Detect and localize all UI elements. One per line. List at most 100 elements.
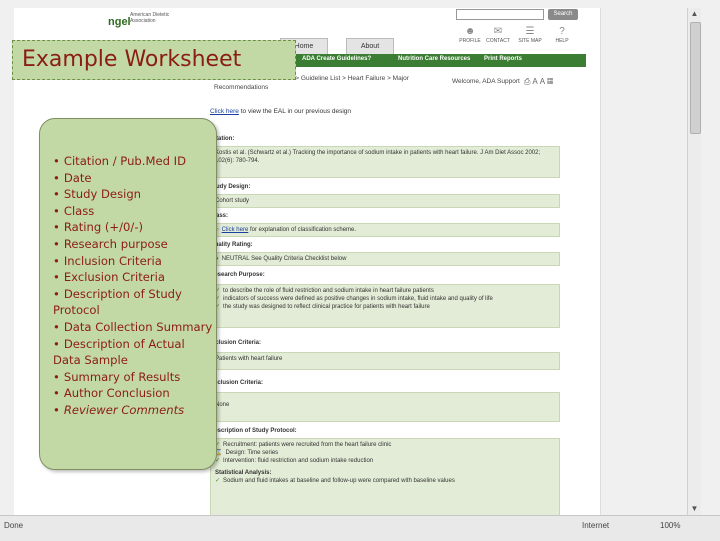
bullet: • <box>53 336 60 351</box>
protocol-item-text: Intervention: fluid restriction and sodi… <box>223 458 374 464</box>
study-design-value: Cohort study <box>215 198 250 204</box>
citation-text: Kostis et al. (Schwartz et al.) Tracking… <box>215 150 541 164</box>
previous-design-line: Click here to view the EAL in our previo… <box>210 108 351 115</box>
field-item-text: Reviewer Comments <box>63 402 185 417</box>
worksheet-title-box: Example Worksheet <box>12 40 296 80</box>
bullet: • <box>53 187 60 202</box>
field-item-text: Data Collection Summary <box>63 319 213 334</box>
scroll-thumb[interactable] <box>690 22 701 134</box>
field-item-text: Research purpose <box>63 236 168 251</box>
text-size-icon[interactable]: A <box>532 77 539 86</box>
protocol-item-text: Design: Time series <box>225 450 279 456</box>
field-item: • Author Conclusion <box>53 385 213 402</box>
scroll-down-icon[interactable]: ▼ <box>688 503 701 515</box>
status-bar: Done Internet 100% <box>0 515 720 541</box>
top-icon-bar: ☻ PROFILE ✉ CONTACT ☰ SITE MAP ? HELP <box>458 26 578 48</box>
previous-design-link[interactable]: Click here <box>210 108 239 115</box>
nav-nutrition-care[interactable]: Nutrition Care Resources <box>398 56 470 62</box>
inclusion-box: Patients with heart failure <box>210 352 560 370</box>
inclusion-value: Patients with heart failure <box>215 356 283 362</box>
scroll-up-icon[interactable]: ▲ <box>688 8 701 20</box>
sitemap-icon: ☰ <box>525 26 535 37</box>
vertical-scrollbar[interactable]: ▲ ▼ <box>687 8 701 515</box>
sitemap-link[interactable]: ☰ SITE MAP <box>518 26 542 44</box>
worksheet-field-list: • Citation / Pub.Med ID • Date • Study Desi… <box>53 153 213 419</box>
green-nav-bar: ADA Create Guidelines? Nutrition Care Re… <box>286 54 586 67</box>
stats-item: ✓ Sodium and fluid intakes at baseline an… <box>215 477 555 485</box>
purpose-item: ✓ to describe the role of fluid restricti… <box>215 287 555 295</box>
purpose-item-text: indicators of success were defined as po… <box>223 296 493 302</box>
bullet: • <box>53 170 60 185</box>
field-item-text: Class <box>63 203 95 218</box>
welcome-text: Welcome, ADA Support <box>452 78 520 85</box>
field-item: • Citation / Pub.Med ID <box>53 153 213 170</box>
nav-ada-guidelines[interactable]: ADA Create Guidelines? <box>302 56 371 62</box>
check-icon: ✓ <box>215 478 221 484</box>
profile-label: PROFILE <box>459 38 481 44</box>
class-text: for explanation of classification scheme… <box>249 227 357 233</box>
contact-link[interactable]: ✉ CONTACT <box>486 26 510 44</box>
purpose-item-text: to describe the role of fluid restrictio… <box>223 288 434 294</box>
profile-link[interactable]: ☻ PROFILE <box>458 26 482 44</box>
pdf-icon[interactable]: ▦ <box>547 77 555 86</box>
field-item: • Rating (+/0/-) <box>53 219 213 236</box>
bullet: • <box>53 319 60 334</box>
search-button[interactable]: Search <box>548 9 578 20</box>
help-link[interactable]: ? HELP <box>550 26 574 44</box>
class-box: ○Click here for explanation of classific… <box>210 223 560 237</box>
security-zone: Internet <box>582 521 610 530</box>
tab-about[interactable]: About <box>346 38 394 55</box>
protocol-item-text: Recruitment: patients were recruited fro… <box>223 442 392 448</box>
exclusion-box: None <box>210 392 560 422</box>
field-item-text: Summary of Results <box>63 369 181 384</box>
nav-print-reports[interactable]: Print Reports <box>484 56 522 62</box>
page-tools: ⎙AA▦ <box>524 77 555 87</box>
field-item: • Data Collection Summary <box>53 319 213 336</box>
help-label: HELP <box>555 38 569 44</box>
field-item: • Inclusion Criteria <box>53 253 213 270</box>
envelope-icon: ✉ <box>493 26 503 37</box>
quality-box: ●NEUTRAL See Quality Criteria Checklist … <box>210 252 560 266</box>
stats-item-text: Sodium and fluid intakes at baseline and… <box>223 478 455 484</box>
research-purpose-box: ✓ to describe the role of fluid restricti… <box>210 284 560 328</box>
field-item-text: Study Design <box>63 187 142 202</box>
field-item: • Research purpose <box>53 236 213 253</box>
purpose-item: ✓ the study was designed to reflect clini… <box>215 303 555 311</box>
research-purpose-label: Research Purpose: <box>210 272 265 278</box>
bullet: • <box>53 220 60 235</box>
worksheet-fields-box: • Citation / Pub.Med ID • Date • Study Desi… <box>39 118 217 470</box>
field-item-text: Inclusion Criteria <box>63 253 162 268</box>
bullet: • <box>53 253 60 268</box>
purpose-item: ✓ indicators of success were defined as p… <box>215 295 555 303</box>
contact-label: CONTACT <box>486 38 510 44</box>
field-item: • Date <box>53 170 213 187</box>
protocol-item: ⌛ Design: Time series <box>215 449 555 457</box>
site-logo[interactable]: ngel American Dietetic Association <box>108 10 169 34</box>
protocol-box: ✓ Recruitment: patients were recruited fr… <box>210 438 560 520</box>
field-item-text: Description of Study Protocol <box>53 286 182 318</box>
citation-box: Kostis et al. (Schwartz et al.) Tracking… <box>210 146 560 178</box>
zoom-level[interactable]: 100% <box>660 521 680 530</box>
field-item: • Study Design <box>53 186 213 203</box>
search-input[interactable] <box>456 9 544 20</box>
logo-text: American Dietetic Association <box>130 12 170 24</box>
text-size-large-icon[interactable]: A <box>540 77 547 86</box>
bullet: • <box>53 286 60 301</box>
field-item-text: Description of Actual Data Sample <box>53 336 185 368</box>
field-item: • Exclusion Criteria <box>53 269 213 286</box>
bullet: • <box>53 270 60 285</box>
inclusion-label: Inclusion Criteria: <box>210 340 262 346</box>
field-item: • Description of Actual Data Sample <box>53 336 213 369</box>
bullet: • <box>53 386 60 401</box>
class-link[interactable]: Click here <box>222 227 249 233</box>
field-item-text: Author Conclusion <box>63 386 170 401</box>
field-item-text: Citation / Pub.Med ID <box>63 154 187 168</box>
quality-text: NEUTRAL See Quality Criteria Checklist b… <box>221 256 347 262</box>
protocol-item: ✓ Intervention: fluid restriction and sod… <box>215 457 555 465</box>
field-item: • Description of Study Protocol <box>53 286 213 319</box>
bullet: • <box>53 402 60 417</box>
person-icon: ☻ <box>464 26 476 37</box>
field-item: • Class <box>53 203 213 220</box>
bullet: • <box>53 203 60 218</box>
slide-title: Example Worksheet <box>22 47 242 72</box>
